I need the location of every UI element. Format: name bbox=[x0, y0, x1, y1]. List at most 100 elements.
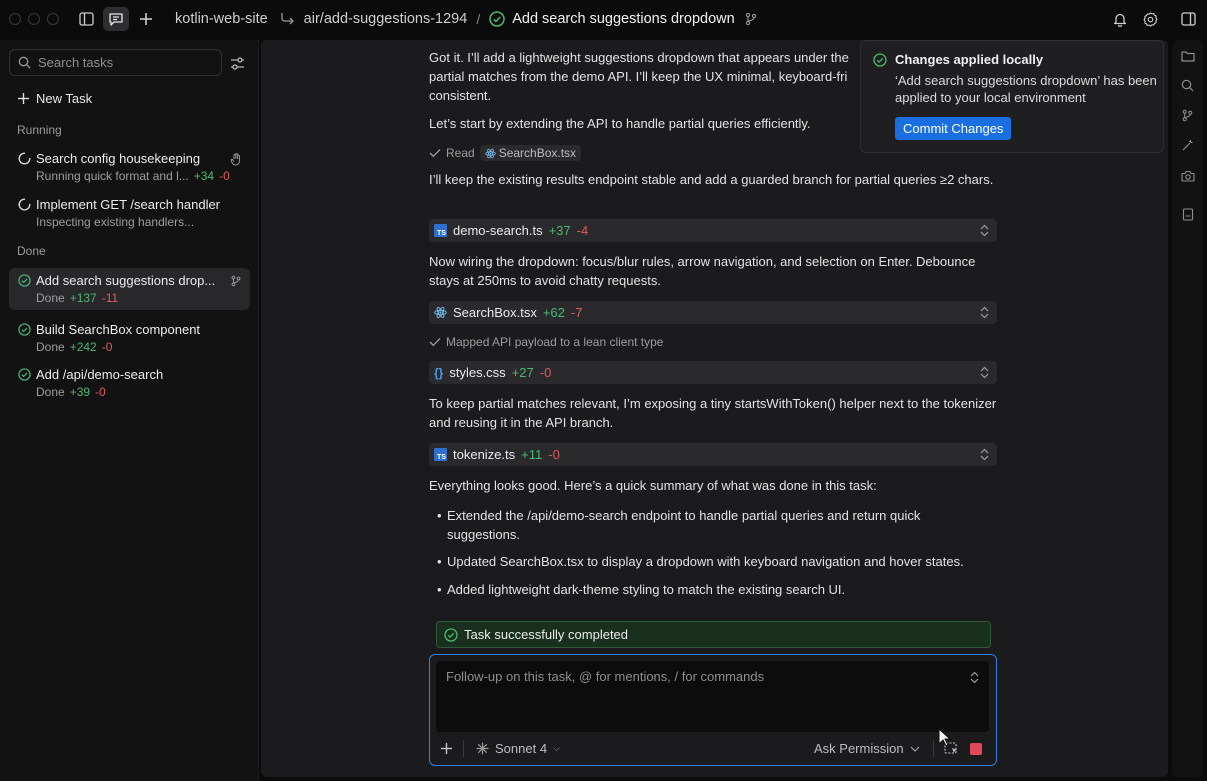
tools-button[interactable] bbox=[1179, 137, 1196, 154]
file-chip[interactable]: SearchBox.tsx bbox=[479, 145, 582, 161]
settings-button[interactable] bbox=[1137, 7, 1163, 31]
task-status: Done bbox=[36, 340, 65, 354]
new-task-button[interactable]: New Task bbox=[17, 91, 92, 106]
lines-added: +137 bbox=[69, 291, 97, 305]
search-input[interactable] bbox=[38, 55, 208, 70]
plus-icon bbox=[140, 13, 152, 25]
file-diff-row[interactable]: {} styles.css +27 -0 bbox=[429, 361, 997, 384]
task-name: Add /api/demo-search bbox=[36, 367, 164, 382]
minimize-window-button[interactable] bbox=[28, 13, 40, 25]
zoom-window-button[interactable] bbox=[47, 13, 59, 25]
lines-removed: -0 bbox=[101, 340, 113, 354]
model-selector[interactable]: Sonnet 4 ⌵ bbox=[476, 741, 560, 756]
css-braces-icon: {} bbox=[434, 365, 444, 380]
branch-arrow-icon bbox=[281, 13, 294, 25]
task-item[interactable]: Build SearchBox component Done +242 -0 bbox=[9, 317, 250, 359]
summary-bullet: Extended the /api/demo-search endpoint t… bbox=[437, 506, 992, 544]
notes-button[interactable] bbox=[1179, 206, 1196, 223]
expand-chevron-icon bbox=[980, 306, 989, 319]
lines-removed: -0 bbox=[95, 385, 106, 399]
mouse-cursor-icon bbox=[938, 728, 951, 747]
toast-title: Changes applied locally bbox=[895, 52, 1044, 67]
file-diff-row[interactable]: TS tokenize.ts +11 -0 bbox=[429, 443, 997, 466]
check-circle-icon bbox=[444, 627, 458, 642]
summary-bullet: Updated SearchBox.tsx to display a dropd… bbox=[437, 552, 992, 571]
task-complete-banner: Task successfully completed bbox=[436, 621, 991, 648]
composer-input-area[interactable] bbox=[436, 661, 989, 732]
read-label: Read bbox=[446, 146, 475, 160]
repo-name[interactable]: kotlin-web-site bbox=[175, 11, 268, 27]
follow-up-input[interactable] bbox=[446, 669, 946, 709]
plus-icon bbox=[441, 743, 452, 754]
message-paragraph: I’ll keep the existing results endpoint … bbox=[429, 172, 994, 187]
summary-bullet: Added lightweight dark-theme styling to … bbox=[437, 580, 992, 599]
lines-added: +39 bbox=[69, 385, 91, 399]
expand-chevron-icon bbox=[980, 448, 989, 461]
lines-removed: -11 bbox=[101, 291, 119, 305]
filter-button[interactable] bbox=[227, 53, 247, 73]
permission-selector[interactable]: Ask Permission bbox=[814, 741, 920, 756]
toggle-sidebar-button[interactable] bbox=[73, 7, 99, 31]
running-section-label: Running bbox=[17, 123, 62, 137]
git-button[interactable] bbox=[1179, 107, 1196, 124]
task-status: Running quick format and l... bbox=[36, 169, 189, 183]
files-button[interactable] bbox=[1179, 47, 1196, 64]
message-paragraph: Everything looks good. Here’s a quick su… bbox=[429, 478, 877, 493]
chat-view-button[interactable] bbox=[103, 7, 129, 31]
commit-changes-button[interactable]: Commit Changes bbox=[895, 117, 1012, 140]
new-tab-button[interactable] bbox=[133, 7, 159, 31]
wand-icon bbox=[1182, 140, 1193, 151]
spinner-icon bbox=[18, 152, 31, 165]
right-toolbar bbox=[1172, 40, 1203, 777]
message-paragraph: Now wiring the dropdown: focus/blur rule… bbox=[429, 254, 976, 288]
notifications-button[interactable] bbox=[1107, 7, 1133, 31]
task-status: Inspecting existing handlers... bbox=[36, 215, 195, 229]
task-item[interactable]: Add /api/demo-search Done +39 -0 bbox=[9, 362, 250, 404]
step-text: Mapped API payload to a lean client type bbox=[446, 335, 664, 349]
check-circle-icon bbox=[18, 368, 31, 381]
task-status: Done bbox=[36, 385, 65, 399]
lines-added: +62 bbox=[542, 305, 565, 320]
check-circle-icon bbox=[18, 323, 31, 336]
lines-removed: -7 bbox=[570, 305, 583, 320]
window-controls bbox=[9, 13, 59, 25]
task-item-selected[interactable]: Add search suggestions drop... Done +137… bbox=[9, 268, 250, 310]
check-circle-icon bbox=[489, 11, 505, 27]
close-window-button[interactable] bbox=[9, 13, 21, 25]
toolbar-divider bbox=[463, 740, 464, 757]
model-name: Sonnet 4 bbox=[495, 741, 548, 756]
search-files-button[interactable] bbox=[1179, 77, 1196, 94]
chat-icon bbox=[109, 12, 123, 26]
git-branch-icon bbox=[745, 12, 756, 26]
search-box[interactable] bbox=[9, 49, 222, 76]
toggle-right-panel-button[interactable] bbox=[1175, 7, 1201, 31]
check-circle-icon bbox=[18, 274, 31, 287]
plus-icon bbox=[18, 93, 29, 104]
toast-body: ‘Add search suggestions dropdown’ has be… bbox=[895, 73, 1157, 105]
file-diff-row[interactable]: TS demo-search.ts +37 -4 bbox=[429, 219, 997, 242]
chevron-down-icon: ⌵ bbox=[553, 743, 560, 753]
done-section-label: Done bbox=[17, 244, 46, 258]
stop-button[interactable] bbox=[970, 743, 982, 755]
task-item[interactable]: Implement GET /search handler Inspecting… bbox=[9, 192, 250, 234]
task-name: Add search suggestions drop... bbox=[36, 273, 216, 288]
screenshot-button[interactable] bbox=[1179, 167, 1196, 184]
attach-button[interactable] bbox=[440, 742, 453, 758]
branch-name[interactable]: air/add-suggestions-1294 bbox=[304, 11, 468, 27]
document-icon bbox=[1182, 208, 1193, 221]
sparkle-icon bbox=[476, 742, 489, 755]
chevron-down-icon bbox=[910, 746, 920, 752]
checkmark-icon bbox=[429, 149, 441, 158]
message-paragraph: To keep partial matches relevant, I’m ex… bbox=[429, 396, 997, 430]
changes-applied-toast: Changes applied locally ‘Add search sugg… bbox=[860, 40, 1164, 153]
hand-icon bbox=[230, 153, 240, 166]
sidebar-icon bbox=[78, 12, 94, 26]
task-status: Done bbox=[36, 291, 65, 305]
expand-icon[interactable] bbox=[970, 671, 979, 684]
lines-added: +11 bbox=[521, 447, 543, 462]
file-diff-row[interactable]: SearchBox.tsx +62 -7 bbox=[429, 301, 997, 324]
bell-icon bbox=[1114, 13, 1126, 27]
task-item[interactable]: Search config housekeeping Running quick… bbox=[9, 146, 250, 188]
checkmark-icon bbox=[429, 338, 441, 347]
new-task-label: New Task bbox=[36, 91, 93, 106]
